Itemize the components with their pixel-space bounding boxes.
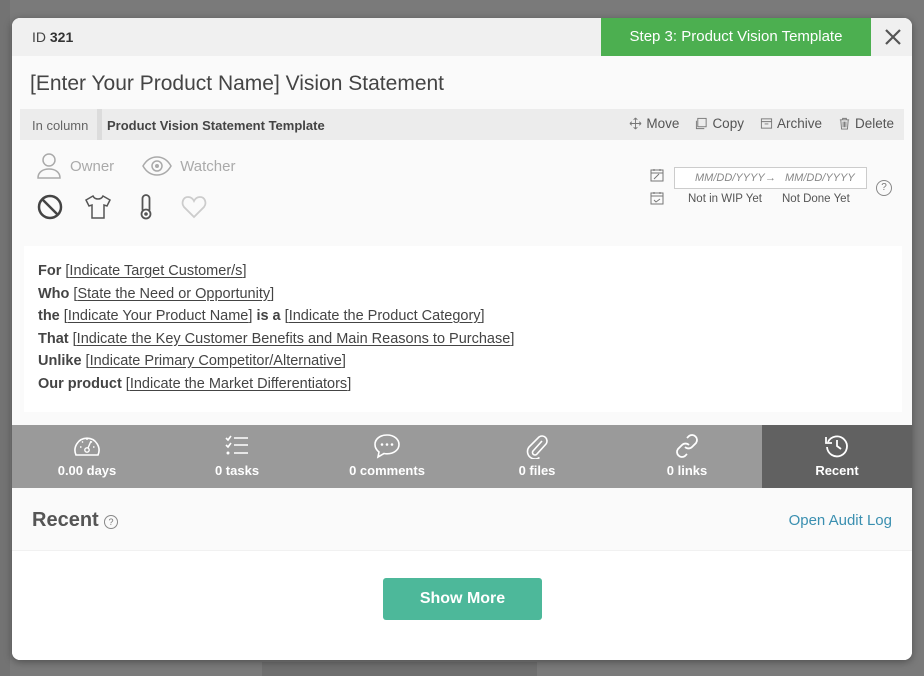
paperclip-icon: [526, 435, 548, 459]
tab-files[interactable]: 0 files: [462, 425, 612, 488]
description-placeholder: Indicate the Product Category: [288, 308, 481, 324]
description-placeholder: Indicate Primary Competitor/Alternative: [89, 353, 342, 369]
tab-days[interactable]: 0.00 days: [12, 425, 162, 488]
description-placeholder: State the Need or Opportunity: [77, 285, 271, 302]
heart-icon[interactable]: [180, 193, 208, 221]
history-icon: [825, 435, 848, 458]
description-placeholder: Indicate the Market Differentiators: [129, 375, 348, 392]
tab-links[interactable]: 0 links: [612, 425, 762, 488]
description-line: Unlike [Indicate Primary Competitor/Alte…: [38, 353, 346, 369]
end-date-field[interactable]: MM/DD/YYYY: [785, 172, 855, 184]
description-keyword: That: [38, 330, 69, 347]
card-modal: ID 321 Step 3: Product Vision Template […: [12, 18, 912, 660]
copy-icon: [696, 117, 708, 130]
open-audit-log-link[interactable]: Open Audit Log: [789, 512, 892, 529]
dates-help-icon[interactable]: ?: [876, 180, 892, 196]
description-line: the [Indicate Your Product Name] is a [I…: [38, 308, 485, 324]
copy-button[interactable]: Copy: [695, 116, 744, 131]
show-more-button[interactable]: Show More: [383, 578, 542, 620]
recent-content: Show More: [12, 551, 912, 660]
card-attribute-icons: [36, 193, 208, 221]
card-header-bar: ID 321 Step 3: Product Vision Template: [12, 18, 912, 56]
move-icon: [630, 117, 642, 130]
date-range-input[interactable]: MM/DD/YYYY → MM/DD/YYYY: [674, 167, 867, 189]
user-icon: [37, 153, 61, 179]
blocked-icon[interactable]: [36, 193, 64, 221]
description-line: That [Indicate the Key Customer Benefits…: [38, 330, 515, 347]
dates-panel: MM/DD/YYYY → MM/DD/YYYY Not in WIP Yet N…: [648, 166, 908, 216]
start-date-field[interactable]: MM/DD/YYYY: [695, 172, 765, 184]
column-bar: In column Product Vision Statement Templ…: [20, 109, 904, 140]
description-keyword: For: [38, 263, 62, 279]
recent-help-icon[interactable]: ?: [104, 515, 118, 529]
end-status: Not Done Yet: [782, 193, 850, 205]
eye-icon: [142, 156, 173, 176]
card-tabs: 0.00 days 0 tasks 0 comments 0 files 0 l…: [12, 425, 912, 488]
description-placeholder: Indicate Target Customer/s: [69, 263, 243, 279]
description-keyword: the: [38, 308, 60, 324]
people-row: Owner Watcher: [36, 152, 263, 180]
card-actions: Move Copy Archive Delete: [629, 116, 894, 131]
description-placeholder: Indicate the Key Customer Benefits and M…: [76, 330, 511, 347]
date-arrow: →: [765, 172, 776, 184]
column-separator: [97, 109, 102, 140]
description-keyword: Who: [38, 285, 70, 302]
description-keyword: is a: [256, 308, 281, 324]
card-title[interactable]: [Enter Your Product Name] Vision Stateme…: [30, 72, 444, 96]
watcher-selector[interactable]: Watcher: [142, 156, 235, 176]
description-keyword: Our product: [38, 375, 122, 392]
in-column-label: In column: [32, 118, 89, 133]
description-line: Who [State the Need or Opportunity]: [38, 285, 275, 302]
recent-section-header: Recent ? Open Audit Log: [12, 488, 912, 551]
description-text: For [Indicate Target Customer/s] Who [Sta…: [38, 260, 514, 395]
description-line: Our product [Indicate the Market Differe…: [38, 375, 352, 392]
start-date-calendar-icon: [650, 169, 664, 182]
description-keyword: Unlike: [38, 353, 82, 369]
end-date-calendar-icon: [650, 192, 664, 205]
close-button[interactable]: [880, 24, 906, 50]
background-board-column: [262, 662, 537, 676]
archive-button[interactable]: Archive: [760, 116, 822, 131]
link-icon: [676, 434, 698, 458]
step-badge: Step 3: Product Vision Template: [601, 18, 871, 56]
owner-selector[interactable]: Owner: [36, 152, 114, 180]
background-board: [0, 0, 10, 676]
description-placeholder: Indicate Your Product Name: [67, 308, 249, 324]
comment-icon: [374, 434, 400, 459]
recent-title: Recent: [32, 509, 99, 531]
gauge-icon: [74, 437, 100, 456]
move-button[interactable]: Move: [629, 116, 679, 131]
close-icon: [885, 29, 901, 45]
thermometer-icon[interactable]: [132, 193, 160, 221]
tab-recent[interactable]: Recent: [762, 425, 912, 488]
card-id-value: 321: [49, 29, 74, 45]
tshirt-size-icon[interactable]: [84, 193, 112, 221]
card-id: ID 321: [32, 29, 74, 45]
archive-icon: [760, 118, 773, 129]
tab-comments[interactable]: 0 comments: [312, 425, 462, 488]
description-line: For [Indicate Target Customer/s]: [38, 263, 247, 279]
tab-tasks[interactable]: 0 tasks: [162, 425, 312, 488]
start-status: Not in WIP Yet: [688, 193, 762, 205]
trash-icon: [839, 117, 850, 130]
checklist-icon: [225, 435, 248, 455]
column-name: Product Vision Statement Template: [107, 118, 325, 133]
card-description[interactable]: For [Indicate Target Customer/s] Who [Sta…: [24, 246, 902, 412]
delete-button[interactable]: Delete: [838, 116, 894, 131]
